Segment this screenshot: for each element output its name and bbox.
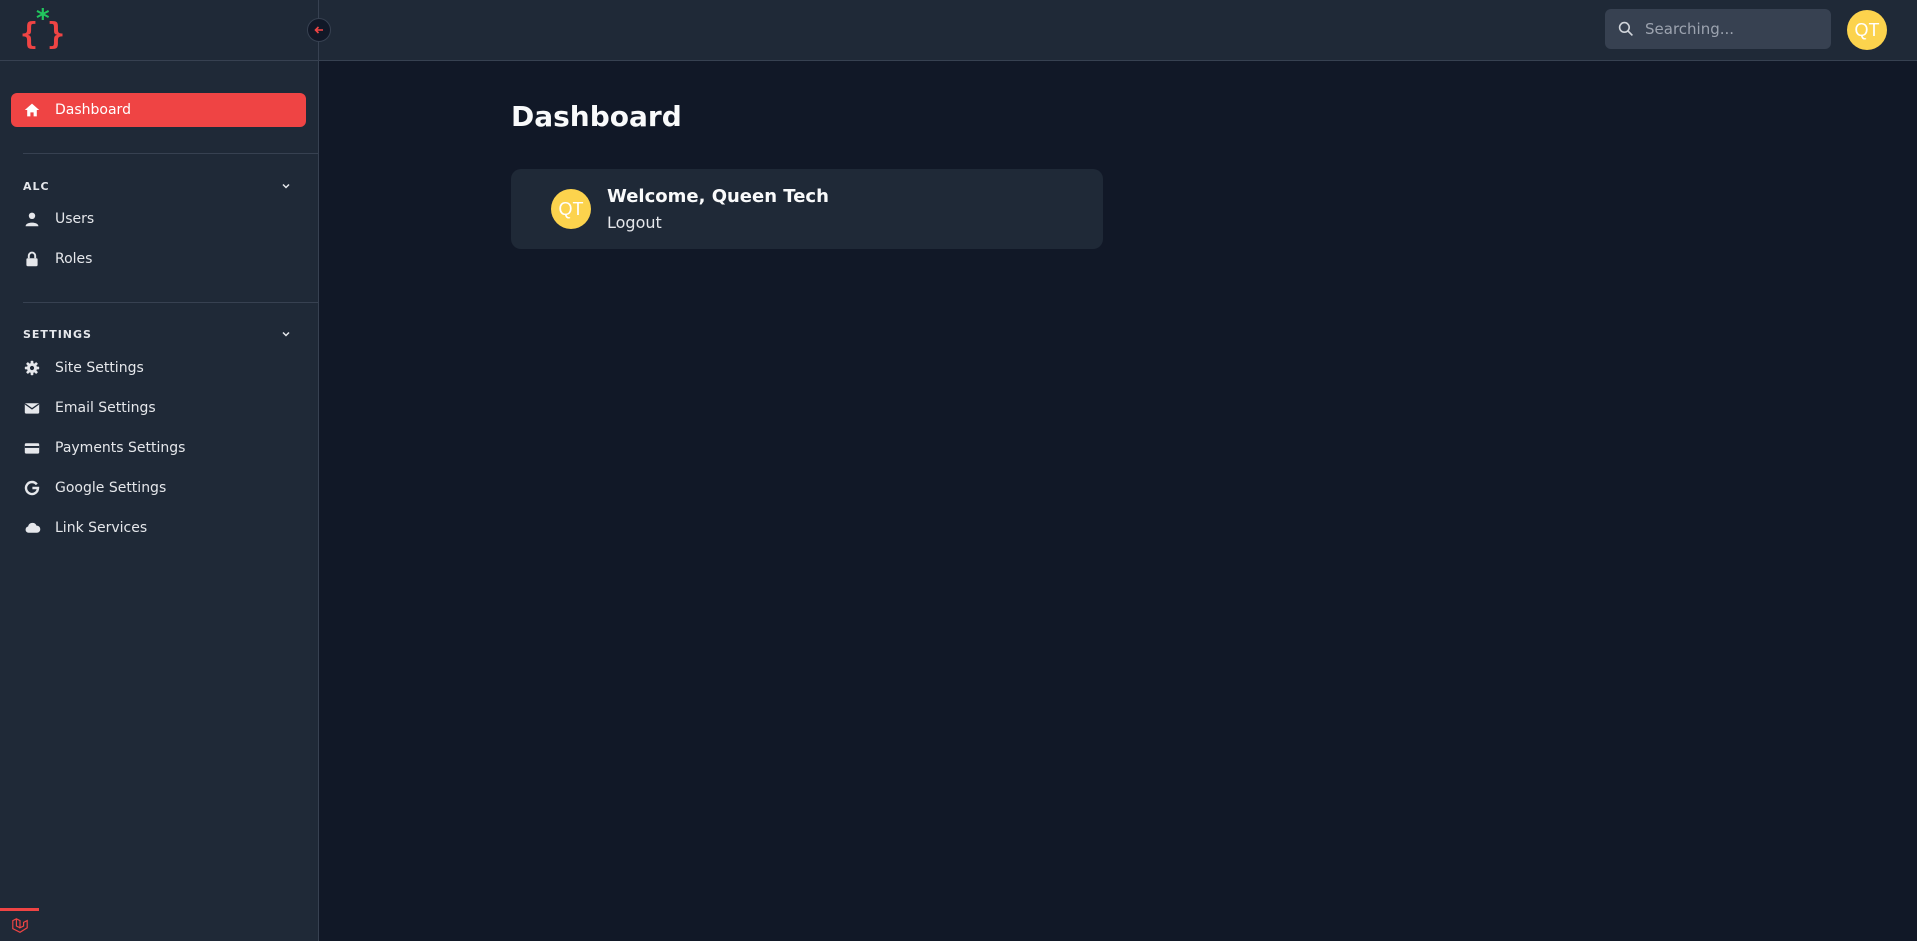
- logo-right-brace: }: [47, 17, 66, 52]
- chevron-down-icon: [277, 325, 295, 343]
- home-icon: [23, 101, 41, 119]
- chevron-down-icon: [277, 177, 295, 195]
- user-menu-avatar[interactable]: QT: [1847, 10, 1887, 50]
- gear-icon: [23, 359, 41, 377]
- sidebar-item-site-settings[interactable]: Site Settings: [23, 354, 306, 382]
- sidebar-divider: [23, 302, 319, 303]
- page-title: Dashboard: [511, 100, 682, 133]
- search-icon: [1617, 20, 1635, 38]
- sidebar-item-dashboard[interactable]: Dashboard: [11, 93, 306, 127]
- sidebar-item-label: Link Services: [55, 520, 148, 536]
- user-icon: [23, 210, 41, 228]
- app: { * } Dashboard ALC Users Roles SETTINGS…: [0, 0, 1917, 941]
- sidebar-item-label: Dashboard: [55, 102, 131, 118]
- sidebar-divider: [23, 153, 319, 154]
- sidebar-item-users[interactable]: Users: [23, 205, 306, 233]
- sidebar-item-payments-settings[interactable]: Payments Settings: [23, 434, 306, 462]
- sidebar-item-link-services[interactable]: Link Services: [23, 514, 306, 542]
- credit-card-icon: [23, 439, 41, 457]
- laravel-logo-icon: [11, 917, 29, 935]
- sidebar-item-label: Google Settings: [55, 480, 167, 496]
- debug-bar-toggle[interactable]: [0, 908, 39, 941]
- sidebar-group-title: ALC: [23, 179, 50, 193]
- sidebar-item-label: Payments Settings: [55, 440, 186, 456]
- mail-icon: [23, 399, 41, 417]
- sidebar-group-settings-toggle[interactable]: SETTINGS: [23, 324, 295, 344]
- sidebar-item-roles[interactable]: Roles: [23, 245, 306, 273]
- sidebar-item-google-settings[interactable]: Google Settings: [23, 474, 306, 502]
- lock-icon: [23, 250, 41, 268]
- sidebar-group-title: SETTINGS: [23, 327, 92, 341]
- sidebar-item-label: Users: [55, 211, 95, 227]
- sidebar-group-alc-toggle[interactable]: ALC: [23, 176, 295, 196]
- logout-link[interactable]: Logout: [607, 213, 662, 232]
- google-icon: [23, 479, 41, 497]
- avatar: QT: [551, 189, 591, 229]
- sidebar-header-divider: [0, 60, 319, 61]
- welcome-message: Welcome, Queen Tech: [607, 186, 829, 207]
- sidebar: { * } Dashboard ALC Users Roles SETTINGS…: [0, 0, 319, 941]
- cloud-icon: [23, 519, 41, 537]
- sidebar-item-email-settings[interactable]: Email Settings: [23, 394, 306, 422]
- sidebar-item-label: Roles: [55, 251, 93, 267]
- sidebar-item-label: Email Settings: [55, 400, 156, 416]
- welcome-card: QT Welcome, Queen Tech Logout: [511, 169, 1103, 249]
- search-input[interactable]: [1645, 20, 1825, 38]
- sidebar-item-label: Site Settings: [55, 360, 144, 376]
- app-logo[interactable]: { * }: [20, 6, 70, 52]
- collapse-sidebar-button[interactable]: [307, 18, 331, 42]
- search-box[interactable]: [1605, 9, 1831, 49]
- arrow-left-icon: [310, 21, 328, 39]
